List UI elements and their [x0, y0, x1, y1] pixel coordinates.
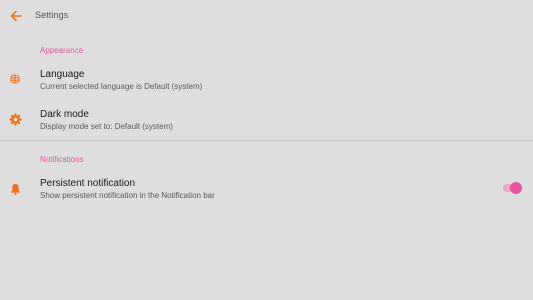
gear-icon — [8, 112, 22, 126]
section-divider — [0, 140, 533, 141]
dark-mode-setting[interactable]: Dark mode Display mode set to: Default (… — [0, 102, 533, 140]
dark-mode-subtitle: Display mode set to: Default (system) — [40, 122, 173, 131]
page-title: Settings — [35, 10, 69, 20]
language-setting[interactable]: Language Current selected language is De… — [0, 62, 533, 100]
persistent-notification-title: Persistent notification — [40, 178, 136, 189]
persistent-notification-setting[interactable]: Persistent notification Show persistent … — [0, 171, 533, 209]
globe-icon — [8, 72, 22, 86]
persistent-notification-subtitle: Show persistent notification in the Noti… — [40, 191, 215, 200]
persistent-notification-toggle[interactable] — [503, 181, 523, 195]
dark-mode-title: Dark mode — [40, 109, 89, 120]
language-title: Language — [40, 69, 85, 80]
toggle-thumb — [510, 182, 522, 194]
section-header-notifications: Notifications — [40, 155, 84, 164]
arrow-left-icon — [10, 10, 22, 22]
language-subtitle: Current selected language is Default (sy… — [40, 82, 203, 91]
top-app-bar: Settings — [0, 0, 533, 32]
section-header-appearance: Appearance — [40, 46, 84, 55]
bell-icon — [8, 182, 22, 196]
back-button[interactable] — [7, 7, 25, 25]
